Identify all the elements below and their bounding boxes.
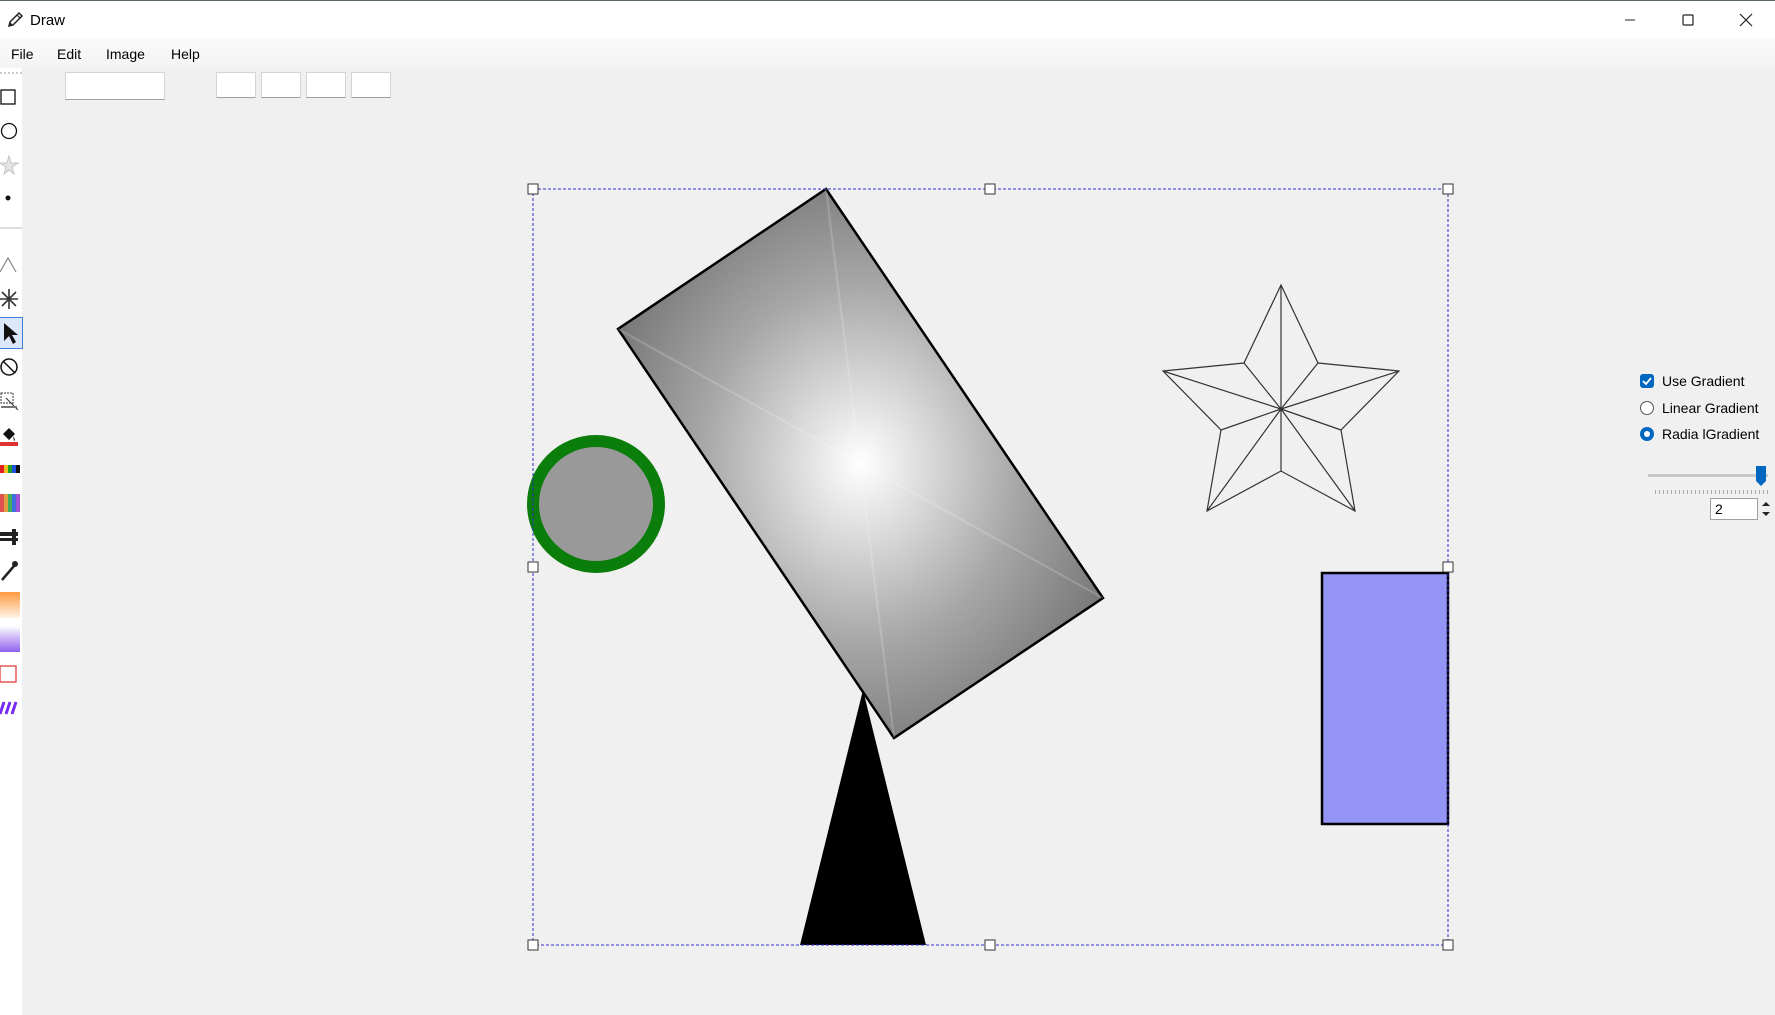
spin-down-icon[interactable] bbox=[1762, 512, 1770, 516]
checkmark-icon bbox=[1642, 377, 1652, 386]
resize-handle-top-left[interactable] bbox=[527, 183, 539, 195]
resize-handle-right[interactable] bbox=[1442, 561, 1454, 573]
circle-shape[interactable] bbox=[527, 435, 665, 573]
linear-gradient-label: Linear Gradient bbox=[1662, 400, 1759, 416]
linear-gradient-radio[interactable] bbox=[1640, 401, 1654, 415]
gradient-options-panel: Use Gradient Linear Gradient Radia lGrad… bbox=[1640, 370, 1775, 530]
use-gradient-checkbox[interactable] bbox=[1640, 374, 1654, 388]
gradient-spin-input[interactable]: 2 bbox=[1710, 498, 1758, 520]
spin-up-icon[interactable] bbox=[1762, 502, 1770, 506]
resize-handle-bottom-left[interactable] bbox=[527, 939, 539, 951]
resize-handle-top-right[interactable] bbox=[1442, 183, 1454, 195]
use-gradient-label: Use Gradient bbox=[1662, 373, 1745, 389]
slider-ticks bbox=[1655, 490, 1770, 494]
gradient-slider-thumb[interactable] bbox=[1755, 465, 1767, 487]
purple-rectangle-shape[interactable] bbox=[1320, 571, 1450, 826]
radial-gradient-label: Radia lGradient bbox=[1662, 426, 1760, 442]
resize-handle-bottom-right[interactable] bbox=[1442, 939, 1454, 951]
resize-handle-left[interactable] bbox=[527, 561, 539, 573]
gradient-slider-track[interactable] bbox=[1648, 474, 1768, 477]
drawing-canvas[interactable] bbox=[0, 0, 1775, 1015]
radial-gradient-radio[interactable] bbox=[1640, 427, 1654, 441]
resize-handle-top[interactable] bbox=[984, 183, 996, 195]
spin-buttons[interactable] bbox=[1758, 498, 1774, 520]
star-shape[interactable] bbox=[1161, 283, 1401, 513]
resize-handle-bottom[interactable] bbox=[984, 939, 996, 951]
